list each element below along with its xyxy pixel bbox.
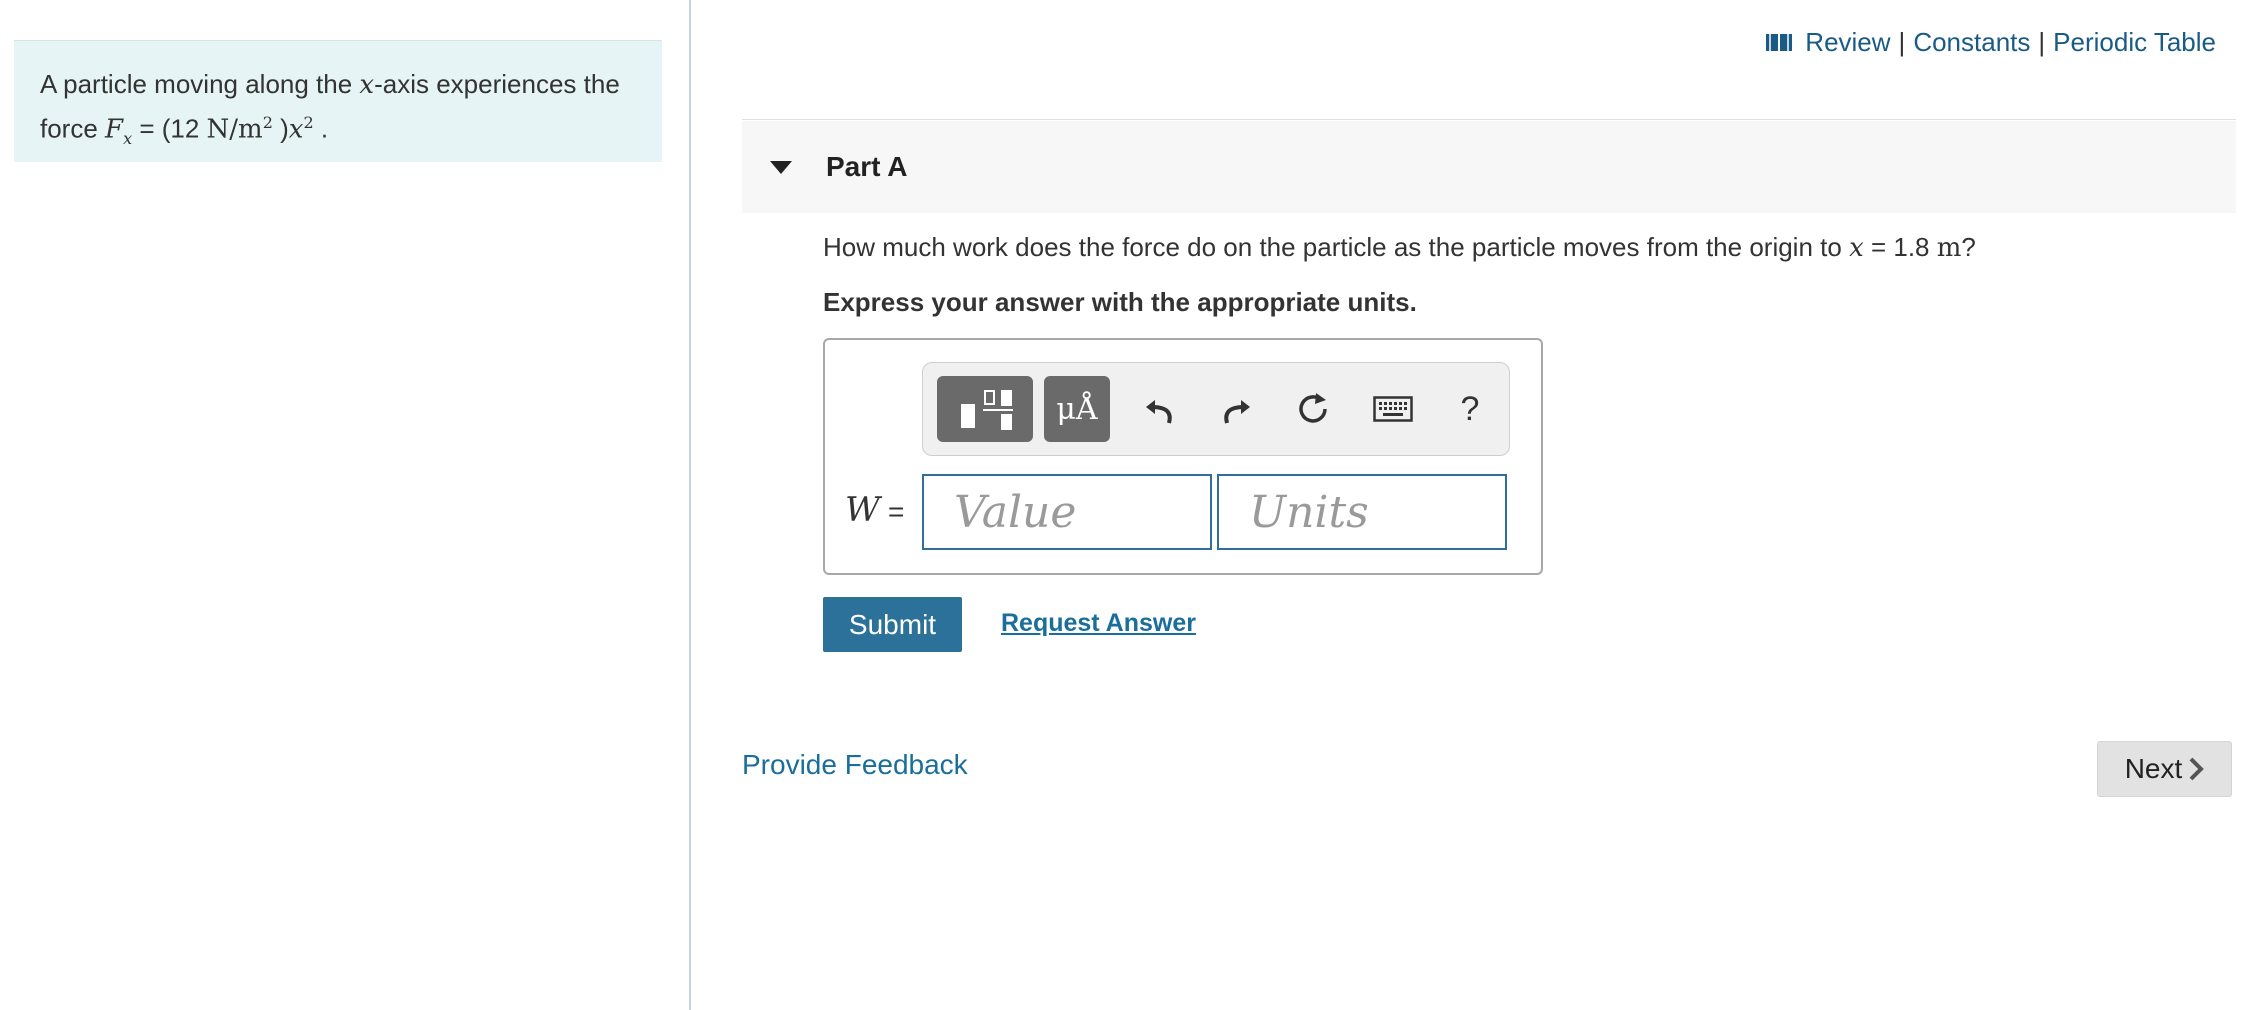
book-icon: [1766, 34, 1793, 51]
request-answer-link[interactable]: Request Answer: [1001, 609, 1196, 638]
templates-icon: [961, 390, 1013, 430]
link-separator: |: [2038, 26, 2046, 57]
math-x: x: [1849, 233, 1864, 263]
provide-feedback-link[interactable]: Provide Feedback: [742, 749, 968, 781]
part-a-header[interactable]: Part A: [742, 121, 2236, 213]
redo-icon: [1224, 400, 1250, 424]
periodic-table-link[interactable]: Periodic Table: [2053, 27, 2216, 58]
equals-sign: =: [887, 496, 905, 527]
link-separator: |: [1898, 26, 1906, 57]
question-segment: = 1.8: [1863, 232, 1937, 262]
math-toolbar: μÅ ?: [922, 362, 1510, 456]
part-title: Part A: [826, 151, 908, 182]
problem-text: .: [313, 113, 329, 144]
next-button[interactable]: Next: [2097, 741, 2232, 797]
undo-button[interactable]: [1130, 376, 1190, 442]
problem-text: force: [40, 113, 106, 144]
problem-text: ): [272, 113, 289, 144]
caret-down-icon[interactable]: [770, 160, 792, 174]
answer-variable-label: W =: [845, 490, 904, 530]
reset-icon: [1299, 393, 1327, 423]
math-unit-exponent: 2: [262, 113, 273, 132]
math-x: x: [359, 70, 375, 100]
keyboard-button[interactable]: [1358, 376, 1428, 442]
problem-text: = (12: [132, 113, 207, 144]
units-button[interactable]: μÅ: [1044, 376, 1110, 442]
question-segment: How much work does the force do on the p…: [823, 232, 1850, 262]
value-input[interactable]: [922, 474, 1212, 550]
variable-w: W: [845, 490, 880, 530]
chevron-right-icon: [2189, 757, 2205, 781]
help-button[interactable]: ?: [1435, 376, 1505, 442]
answer-instruction: Express your answer with the appropriate…: [823, 287, 1417, 317]
answer-box: μÅ ? W = Value Units: [823, 338, 1543, 575]
math-unit: m: [1936, 233, 1962, 263]
keyboard-icon: [1373, 396, 1413, 422]
math-force-symbol: F: [105, 114, 124, 145]
submit-button[interactable]: Submit: [823, 597, 962, 652]
question-segment: ?: [1961, 232, 1976, 262]
resource-links: Review | Constants | Periodic Table: [1765, 24, 2216, 60]
reset-button[interactable]: [1283, 376, 1343, 442]
problem-text: A particle moving along the: [40, 69, 360, 99]
templates-button[interactable]: [937, 376, 1033, 442]
units-input[interactable]: [1217, 474, 1507, 550]
question-text: How much work does the force do on the p…: [823, 232, 1976, 263]
problem-statement: A particle moving along the x-axis exper…: [14, 40, 662, 162]
problem-text: -axis experiences the: [374, 69, 620, 99]
next-label: Next: [2124, 753, 2183, 784]
constants-link[interactable]: Constants: [1913, 27, 2030, 58]
undo-icon: [1146, 400, 1172, 424]
math-unit: N/m: [206, 114, 263, 145]
part-divider: [742, 119, 2236, 120]
left-column: A particle moving along the x-axis exper…: [0, 0, 691, 1010]
redo-button[interactable]: [1206, 376, 1266, 442]
math-x-exponent: 2: [303, 113, 314, 132]
math-x: x: [288, 114, 304, 145]
review-link[interactable]: Review: [1805, 27, 1890, 58]
math-force-subscript: x: [123, 128, 133, 148]
